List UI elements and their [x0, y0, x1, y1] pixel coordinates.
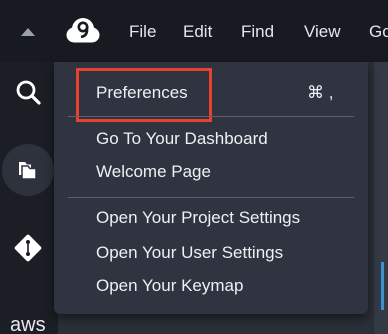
cloud9-logo-icon: [66, 18, 100, 43]
scroll-indicator[interactable]: [381, 262, 384, 310]
highlight-box: [76, 68, 212, 122]
menu-find[interactable]: Find: [241, 20, 274, 44]
menu-item-welcome-page[interactable]: Welcome Page: [96, 161, 211, 183]
menu-file[interactable]: File: [129, 20, 156, 44]
git-icon: [14, 234, 42, 262]
collapse-toggle-button[interactable]: [16, 20, 40, 44]
environment-button[interactable]: [0, 144, 58, 196]
aws-label: aws: [10, 314, 46, 334]
ide-window: File Edit Find View Go aws Preferences ⌘…: [0, 0, 388, 334]
menu-item-keymap[interactable]: Open Your Keymap: [96, 275, 243, 297]
triangle-up-icon: [21, 28, 35, 36]
search-button[interactable]: [0, 70, 58, 120]
menu-item-dashboard[interactable]: Go To Your Dashboard: [96, 128, 268, 150]
search-icon: [16, 80, 41, 105]
preferences-shortcut: ⌘ ,: [307, 83, 334, 102]
activity-bar: [0, 62, 58, 334]
files-icon: [19, 162, 37, 180]
menu-separator: [68, 197, 354, 198]
menu-item-project-settings[interactable]: Open Your Project Settings: [96, 207, 300, 229]
menu-view[interactable]: View: [304, 20, 341, 44]
menu-separator: [68, 116, 354, 117]
cloud9-menu-button[interactable]: [63, 14, 103, 50]
menu-bar: File Edit Find View Go: [0, 0, 388, 62]
menu-item-user-settings[interactable]: Open Your User Settings: [96, 242, 283, 264]
menu-edit[interactable]: Edit: [183, 20, 212, 44]
cloud9-dropdown-menu: Preferences ⌘ , Go To Your Dashboard Wel…: [54, 62, 368, 314]
menu-go[interactable]: Go: [369, 20, 388, 44]
source-control-button[interactable]: [0, 224, 58, 274]
